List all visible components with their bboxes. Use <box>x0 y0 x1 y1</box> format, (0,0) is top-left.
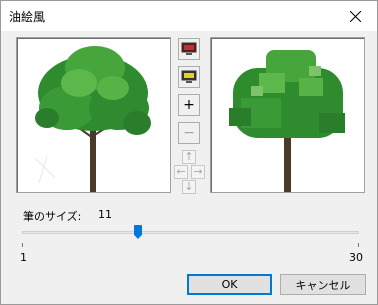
original-tree-image <box>34 46 151 192</box>
brush-size-value: 11 <box>98 208 112 221</box>
brush-size-slider-track[interactable] <box>22 231 359 234</box>
slider-min-tick <box>22 243 23 247</box>
pan-down-button[interactable]: ↓ <box>182 180 196 194</box>
title-bar: 油絵風 <box>1 1 377 31</box>
oil-painting-dialog: 油絵風 + − ↑ ← → ↓ 筆のサイズ: 11 1 30 OK キャンセル <box>0 0 378 305</box>
pan-right-button[interactable]: → <box>191 165 205 179</box>
slider-max-label: 30 <box>349 251 363 264</box>
pan-up-button[interactable]: ↑ <box>182 150 196 164</box>
cancel-button[interactable]: キャンセル <box>280 274 366 295</box>
pan-left-button[interactable]: ← <box>174 165 188 179</box>
monitor-yellow-icon <box>181 70 197 83</box>
close-icon <box>349 10 361 22</box>
zoom-in-button[interactable]: + <box>178 94 200 116</box>
window-title: 油絵風 <box>9 10 46 24</box>
zoom-out-button[interactable]: − <box>178 122 200 144</box>
ok-button[interactable]: OK <box>187 274 272 295</box>
original-preview <box>16 37 171 193</box>
result-preview <box>210 37 365 193</box>
oil-painted-tree-image <box>229 50 345 192</box>
brush-size-label: 筆のサイズ: <box>23 210 82 223</box>
brush-size-slider-thumb[interactable] <box>134 225 142 239</box>
preview-result-button[interactable] <box>178 66 200 88</box>
monitor-red-icon <box>181 42 197 55</box>
close-button[interactable] <box>333 1 377 31</box>
slider-ticks <box>22 243 359 247</box>
preview-original-button[interactable] <box>178 38 200 60</box>
slider-min-label: 1 <box>20 251 27 264</box>
slider-max-tick <box>358 243 359 247</box>
